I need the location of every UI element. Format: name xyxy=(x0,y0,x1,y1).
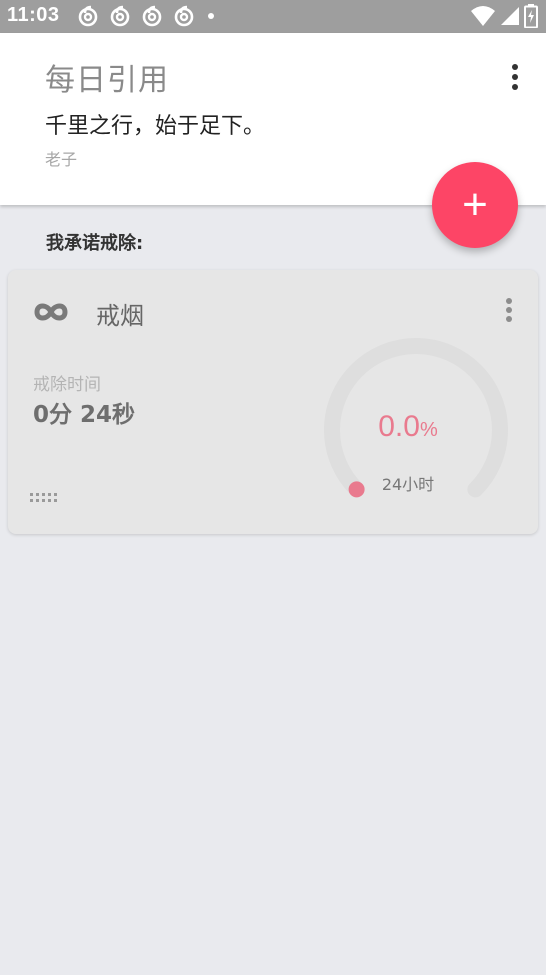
status-bar: 11:03 xyxy=(0,0,546,33)
habit-card[interactable]: 戒烟 戒除时间 0分 24秒 0.0% 24小时 xyxy=(8,270,538,534)
netease-music-icon xyxy=(78,5,98,27)
progress-goal: 24小时 xyxy=(381,475,435,494)
infinity-icon xyxy=(34,303,68,321)
netease-music-icon xyxy=(174,5,194,27)
elapsed-label: 戒除时间 xyxy=(33,375,101,395)
progress-percent: 0.0% xyxy=(308,410,508,444)
progress-value: 0.0 xyxy=(378,410,420,443)
quote-title: 每日引用 xyxy=(45,63,169,98)
quote-text: 千里之行，始于足下。 xyxy=(45,114,266,139)
more-notifications-dot xyxy=(208,13,214,19)
add-habit-button[interactable]: + xyxy=(432,162,518,248)
habit-name: 戒烟 xyxy=(96,302,144,330)
elapsed-value: 0分 24秒 xyxy=(33,402,136,428)
netease-music-icon xyxy=(110,5,130,27)
signal-icon xyxy=(501,7,519,25)
netease-music-icon xyxy=(142,5,162,27)
notification-icons xyxy=(76,4,214,28)
drag-handle-icon[interactable] xyxy=(30,492,62,504)
status-indicators xyxy=(470,4,538,28)
more-vert-icon[interactable] xyxy=(503,61,527,93)
quote-author: 老子 xyxy=(45,150,78,169)
progress-unit: % xyxy=(419,419,438,441)
status-time: 11:03 xyxy=(7,4,60,26)
section-label: 我承诺戒除: xyxy=(46,233,144,254)
wifi-icon xyxy=(471,6,495,26)
habit-more-vert-icon[interactable] xyxy=(502,296,516,324)
battery-icon xyxy=(524,4,538,28)
